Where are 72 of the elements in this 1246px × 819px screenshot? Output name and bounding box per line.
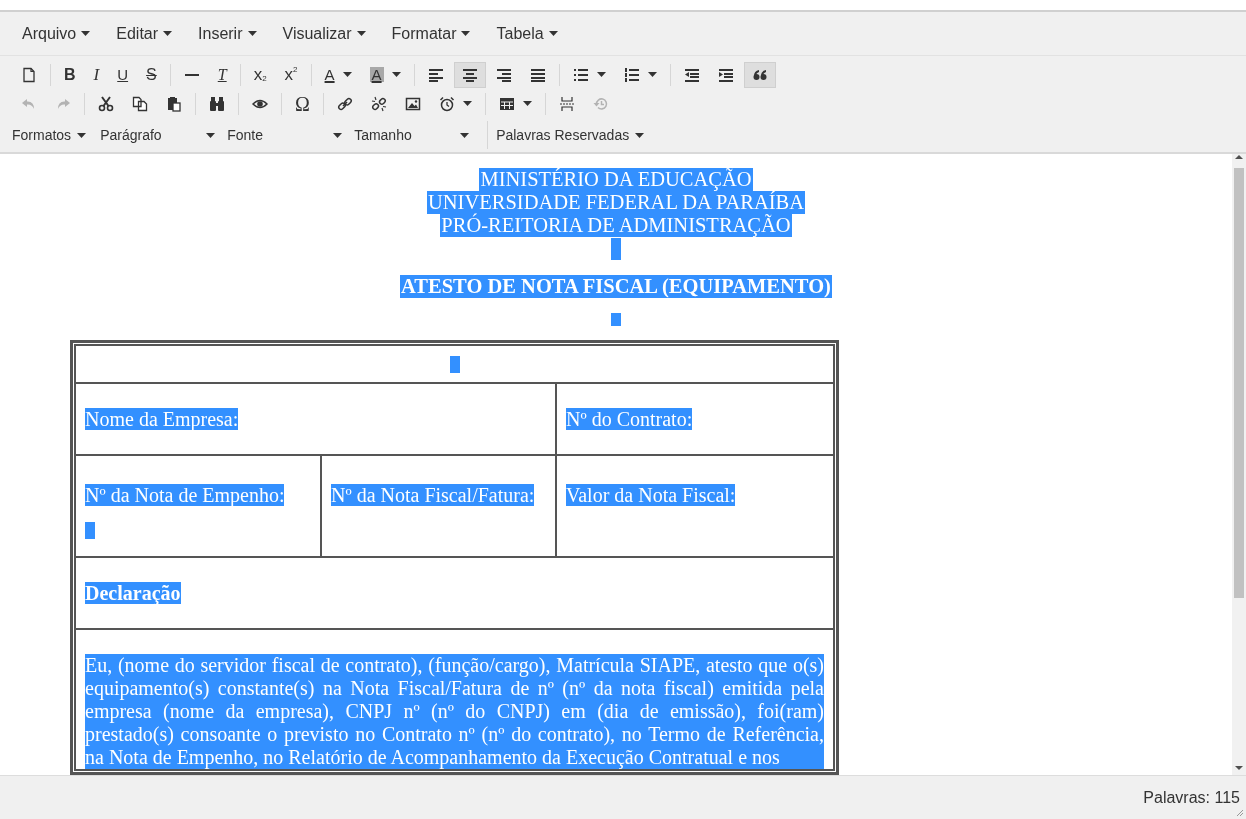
scrollbar[interactable] bbox=[1232, 154, 1246, 775]
dropdown-menu[interactable]: Palavras Reservadas bbox=[496, 121, 657, 149]
scissors-icon bbox=[98, 95, 114, 112]
caret-icon bbox=[81, 31, 91, 36]
broken-link-icon bbox=[370, 95, 387, 112]
menu-item[interactable]: Editar bbox=[106, 17, 183, 50]
word-count: Palavras: 115 bbox=[1143, 787, 1240, 808]
history-icon bbox=[592, 95, 609, 112]
special-character-button[interactable]: Ω bbox=[287, 90, 318, 117]
dropdown-select[interactable]: Tamanho bbox=[352, 121, 480, 149]
empty-line-selection bbox=[611, 313, 621, 326]
outdent-icon bbox=[683, 66, 700, 83]
background-color-button[interactable]: A bbox=[361, 61, 409, 88]
field-label: Nº do Contrato: bbox=[566, 408, 693, 430]
resize-handle-icon[interactable] bbox=[1236, 809, 1244, 817]
align-left-icon bbox=[427, 66, 444, 83]
align-center-icon bbox=[461, 66, 478, 83]
page-break-icon bbox=[558, 95, 575, 112]
strikethrough-button[interactable]: S bbox=[138, 61, 165, 88]
align-center-button[interactable] bbox=[453, 61, 486, 88]
field-label: Declaração bbox=[85, 582, 181, 604]
bold-button[interactable]: B bbox=[56, 61, 84, 88]
empty-line-selection bbox=[611, 238, 621, 261]
subscript-icon: x2 bbox=[253, 66, 267, 83]
image-icon bbox=[404, 95, 421, 112]
caret-icon bbox=[356, 31, 366, 36]
declaration-paragraph: Eu, (nome do servidor fiscal de contrato), (função/cargo), Matrícula SIAPE, atesto que o(s) equipamento(s) constante(s) na Nota Fiscal/Fatura de nº (nº da nota fiscal) emitida pela empresa (nome da empresa), CNPJ nº (nº do CNPJ) em (dia de emissão), foi(ram) prestado(s) consoante o previsto no Contrato nº (nº do contrato), no Termo de Referência, na Nota de Empenho, no Relatório de Acompanhamento da Execução Contratual e nos bbox=[85, 654, 824, 769]
dropdown-select[interactable]: Parágrafo bbox=[98, 121, 226, 149]
field-label: Nome da Empresa: bbox=[85, 408, 239, 430]
dropdown-menu[interactable]: Formatos bbox=[12, 121, 99, 149]
caret-icon bbox=[460, 132, 470, 138]
scroll-down-icon[interactable] bbox=[1235, 765, 1243, 771]
clipboard-icon bbox=[166, 95, 182, 112]
indent-icon bbox=[717, 66, 734, 83]
menu-item[interactable]: Arquivo bbox=[12, 17, 101, 50]
field-label: Nº da Nota Fiscal/Fatura: bbox=[331, 484, 535, 506]
italic-button[interactable]: I bbox=[85, 61, 108, 88]
binoculars-icon bbox=[209, 95, 225, 112]
clear-format-button[interactable]: T bbox=[209, 61, 235, 88]
dropdown-select[interactable]: Fonte bbox=[225, 121, 353, 149]
alarm-clock-icon bbox=[438, 95, 455, 112]
text-color-button[interactable]: A bbox=[316, 61, 360, 88]
scroll-up-icon[interactable] bbox=[1235, 154, 1243, 160]
underline-button[interactable]: U bbox=[109, 61, 137, 88]
caret-icon bbox=[548, 31, 558, 36]
link-icon bbox=[336, 95, 353, 112]
caret-icon bbox=[635, 132, 645, 138]
caret-icon bbox=[206, 132, 216, 138]
caret-icon bbox=[77, 132, 87, 138]
bullet-list-icon bbox=[572, 66, 589, 83]
caret-icon bbox=[333, 132, 343, 138]
numbered-list-icon bbox=[623, 66, 640, 83]
empty-line-selection bbox=[449, 355, 460, 373]
field-label: Nº da Nota de Empenho: bbox=[85, 484, 285, 506]
horizontal-line-icon bbox=[183, 73, 200, 76]
caret-icon bbox=[461, 31, 471, 36]
align-right-icon bbox=[495, 66, 512, 83]
justify-icon bbox=[529, 66, 546, 83]
menu-item[interactable]: Formatar bbox=[381, 17, 481, 50]
menu-item[interactable]: Inserir bbox=[188, 17, 267, 50]
caret-icon bbox=[247, 31, 257, 36]
menu-item[interactable]: Tabela bbox=[486, 17, 568, 50]
menu-item[interactable]: Visualizar bbox=[272, 17, 376, 50]
caret-icon bbox=[163, 31, 173, 36]
copy-icon bbox=[132, 95, 148, 112]
document-title: ATESTO DE NOTA FISCAL (EQUIPAMENTO) bbox=[400, 275, 832, 299]
scrollbar-thumb[interactable] bbox=[1234, 168, 1244, 598]
field-label: Valor da Nota Fiscal: bbox=[566, 484, 736, 506]
table-icon bbox=[498, 95, 515, 112]
subscript-button[interactable]: x2 bbox=[245, 61, 275, 88]
document-icon bbox=[21, 66, 37, 83]
blockquote-button[interactable] bbox=[743, 61, 776, 88]
